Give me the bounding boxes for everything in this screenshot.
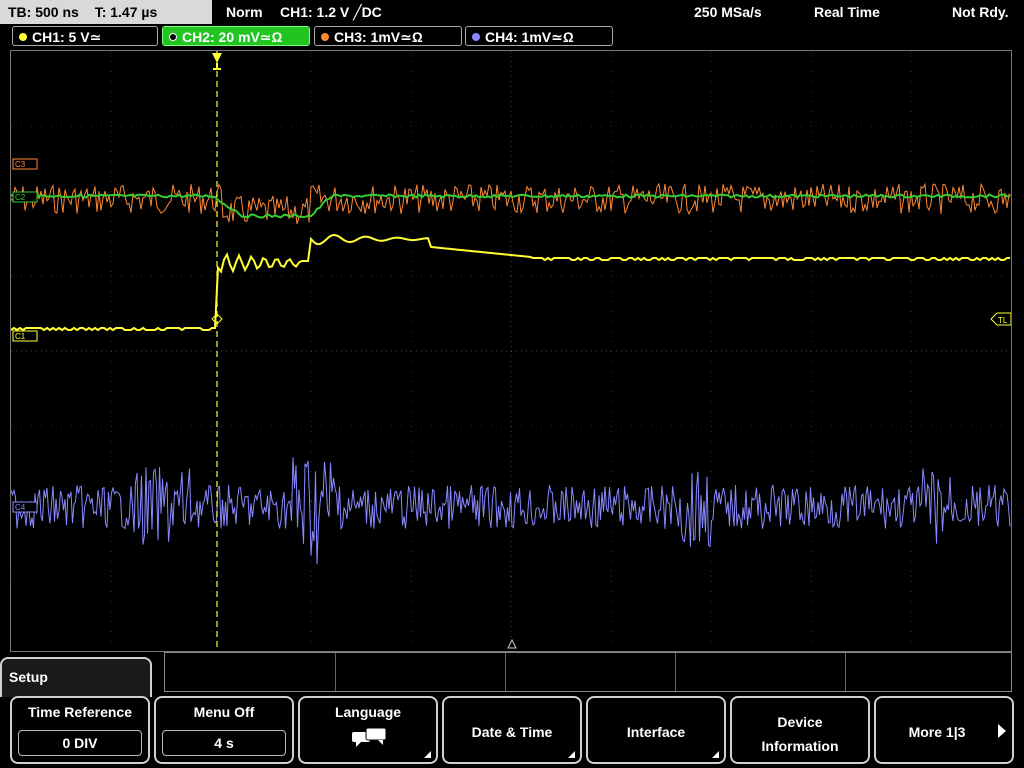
ch4-ground-marker[interactable]: C4 xyxy=(12,501,38,513)
ch2-ground-marker[interactable]: C2 xyxy=(12,191,38,203)
c3-marker-label: C3 xyxy=(15,160,26,169)
acquisition-state: Not Rdy. xyxy=(952,4,1009,20)
softkey-label: More 1|3 xyxy=(908,724,966,740)
time-reference-value: 0 DIV xyxy=(18,730,142,756)
ch3-ground-marker[interactable]: C3 xyxy=(12,158,38,170)
menu-off-softkey[interactable]: Menu Off 4 s xyxy=(154,696,294,764)
channel-tab-ch1[interactable]: CH1: 5 V≃ xyxy=(12,26,158,46)
acquisition-mode: Real Time xyxy=(814,4,880,20)
channel-tab-ch3[interactable]: CH3: 1mV≃Ω xyxy=(314,26,462,46)
interface-softkey[interactable]: Interface xyxy=(586,696,726,764)
trigger-position-icon[interactable] xyxy=(212,53,222,63)
c4-marker-label: C4 xyxy=(15,503,26,512)
trigger-level-marker[interactable]: TL xyxy=(990,312,1011,326)
softkey-label: Menu Off xyxy=(193,704,255,720)
channel-tab-ch4[interactable]: CH4: 1mV≃Ω xyxy=(465,26,613,46)
channel-label: CH2: 20 mV≃Ω xyxy=(182,29,283,45)
trigger-level-label: TL xyxy=(998,316,1008,325)
info-strip xyxy=(164,652,1012,692)
channel-label: CH3: 1mV≃Ω xyxy=(334,29,423,45)
date-time-softkey[interactable]: Date & Time xyxy=(442,696,582,764)
ch1-dot-icon xyxy=(19,33,27,41)
timebase-readout: TB: 500 ns xyxy=(8,4,79,20)
channel-tab-ch2[interactable]: CH2: 20 mV≃Ω xyxy=(162,26,310,46)
softkey-label: Device Information xyxy=(761,714,839,754)
c2-marker-label: C2 xyxy=(15,193,26,202)
menu-title-setup: Setup xyxy=(0,657,152,697)
horizontal-reference-icon xyxy=(507,638,517,649)
channel-label: CH4: 1mV≃Ω xyxy=(485,29,574,45)
waveform-display[interactable]: C3 C2 C1 C4 TL xyxy=(10,50,1012,652)
softkey-label: Interface xyxy=(626,724,686,740)
ch3-dot-icon xyxy=(321,33,329,41)
trigger-setting[interactable]: CH1: 1.2 V ╱DC xyxy=(280,0,382,24)
softkey-label: Time Reference xyxy=(27,704,132,720)
ch4-trace xyxy=(11,457,1011,565)
trigger-mode[interactable]: Norm xyxy=(226,0,263,24)
channel-label: CH1: 5 V≃ xyxy=(32,29,102,45)
timebase-box[interactable]: TB: 500 ns T: 1.47 µs xyxy=(0,0,212,24)
waveform-canvas: C3 C2 C1 C4 TL xyxy=(11,51,1011,651)
language-softkey[interactable]: Language xyxy=(298,696,438,764)
more-softkey[interactable]: More 1|3 xyxy=(874,696,1014,764)
graticule xyxy=(11,51,1011,651)
c1-marker-label: C1 xyxy=(15,332,26,341)
softkey-label: Language xyxy=(334,704,402,720)
status-bar: TB: 500 ns T: 1.47 µs Norm CH1: 1.2 V ╱D… xyxy=(0,0,1024,24)
channel-tabs: CH1: 5 V≃ CH2: 20 mV≃Ω CH3: 1mV≃Ω CH4: 1… xyxy=(0,26,1024,48)
ch2-dot-icon xyxy=(169,33,177,41)
ch3-trace xyxy=(11,182,1011,225)
menu-off-value: 4 s xyxy=(162,730,286,756)
ch4-dot-icon xyxy=(472,33,480,41)
speech-bubbles-icon xyxy=(352,728,387,747)
trigger-time-readout: T: 1.47 µs xyxy=(94,4,158,20)
ch1-ground-marker[interactable]: C1 xyxy=(12,330,38,342)
softkey-label: Date & Time xyxy=(471,724,553,740)
next-arrow-icon xyxy=(998,724,1006,738)
time-reference-softkey[interactable]: Time Reference 0 DIV xyxy=(10,696,150,764)
device-information-softkey[interactable]: Device Information xyxy=(730,696,870,764)
ch1-trace xyxy=(11,233,1010,332)
sample-rate: 250 MSa/s xyxy=(694,4,762,20)
